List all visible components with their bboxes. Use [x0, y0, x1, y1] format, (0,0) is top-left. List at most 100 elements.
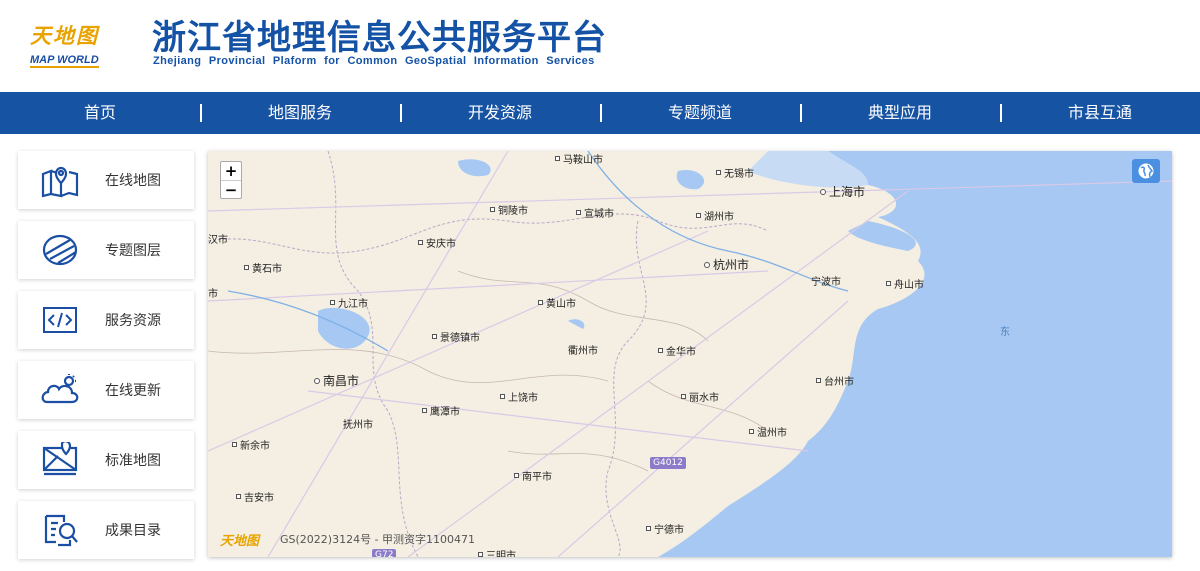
city-marker-icon	[704, 261, 710, 268]
highway-shield: G72	[372, 549, 397, 557]
nav-item-city-county[interactable]: 市县互通	[1000, 92, 1200, 134]
nav-item-dev-resources[interactable]: 开发资源	[400, 92, 600, 134]
city-name: 无锡市	[724, 169, 754, 180]
city-name: 安庆市	[426, 239, 456, 250]
city-label: 马鞍山市	[555, 151, 603, 166]
city-name: 黄石市	[252, 264, 282, 275]
site-subtitle: Zhejiang Provincial Plaform for Common G…	[153, 55, 595, 67]
sidebar-item-result-catalog[interactable]: 成果目录	[18, 501, 194, 559]
city-name: 金华市	[666, 347, 696, 358]
city-label: 吉安市	[236, 489, 274, 504]
city-label: 温州市	[749, 424, 787, 439]
layer-switch-button[interactable]	[1132, 159, 1160, 183]
logo-english-text: MAP WORLD	[30, 54, 99, 68]
city-marker-icon	[696, 213, 701, 218]
sidebar-item-standard-map[interactable]: 标准地图	[18, 431, 194, 489]
catalog-search-icon	[38, 510, 82, 550]
city-label: 杭州市	[704, 256, 749, 273]
sidebar-item-online-update[interactable]: 在线更新	[18, 361, 194, 419]
city-label: 新余市	[232, 437, 270, 452]
sidebar-item-label: 成果目录	[105, 523, 161, 539]
map-pin-icon	[38, 160, 82, 200]
city-label: 鹰潭市	[422, 403, 460, 418]
city-marker-icon	[330, 300, 335, 305]
city-label: 汉市	[208, 231, 228, 246]
city-label: 铜陵市	[490, 202, 528, 217]
city-name: 三明市	[486, 551, 516, 557]
city-name: 抚州市	[343, 420, 373, 431]
city-marker-icon	[716, 170, 721, 175]
city-marker-icon	[749, 429, 754, 434]
sidebar-item-label: 专题图层	[105, 243, 161, 259]
city-label: 宁德市	[646, 521, 684, 536]
sidebar-item-label: 服务资源	[105, 313, 161, 329]
city-name: 舟山市	[894, 280, 924, 291]
sidebar-item-label: 标准地图	[105, 453, 161, 469]
city-name: 吉安市	[244, 493, 274, 504]
logo-chinese-text: 天地图	[30, 23, 99, 48]
city-marker-icon	[500, 394, 505, 399]
city-marker-icon	[538, 300, 543, 305]
city-label: 无锡市	[716, 165, 754, 180]
city-name: 丽水市	[689, 393, 719, 404]
city-label: 宣城市	[576, 205, 614, 220]
map-logo: 天地图	[220, 534, 260, 549]
city-marker-icon	[490, 207, 495, 212]
map-viewer[interactable]: 马鞍山市 无锡市 上海市 铜陵市 宣城市 湖州市 汉市 安庆市 黄石市 杭州市 …	[208, 151, 1172, 557]
city-marker-icon	[432, 334, 437, 339]
layer-icon	[38, 230, 82, 270]
site-header: 天地图 MAP WORLD 浙江省地理信息公共服务平台 Zhejiang Pro…	[0, 0, 1200, 92]
city-marker-icon	[422, 408, 427, 413]
nav-item-map-services[interactable]: 地图服务	[200, 92, 400, 134]
city-label: 湖州市	[696, 208, 734, 223]
city-name: 上海市	[829, 185, 866, 199]
city-marker-icon	[244, 265, 249, 270]
city-label: 抚州市	[343, 416, 373, 431]
city-name: 新余市	[240, 441, 270, 452]
nav-item-home[interactable]: 首页	[0, 92, 200, 134]
main-nav: 首页 地图服务 开发资源 专题频道 典型应用 市县互通	[0, 92, 1200, 134]
nav-item-topic-channel[interactable]: 专题频道	[600, 92, 800, 134]
zoom-control: + −	[220, 161, 242, 199]
city-name: 衢州市	[568, 346, 598, 357]
city-marker-icon	[418, 240, 423, 245]
city-name: 温州市	[757, 428, 787, 439]
city-label: 宁波市	[811, 273, 841, 288]
city-marker-icon	[816, 378, 821, 383]
city-label: 安庆市	[418, 235, 456, 250]
city-label: 九江市	[330, 295, 368, 310]
sidebar-item-service-resources[interactable]: 服务资源	[18, 291, 194, 349]
city-marker-icon	[236, 494, 241, 499]
city-name: 上饶市	[508, 393, 538, 404]
city-label: 景德镇市	[432, 329, 480, 344]
sidebar-item-online-map[interactable]: 在线地图	[18, 151, 194, 209]
city-name: 湖州市	[704, 212, 734, 223]
city-label: 上海市	[820, 183, 865, 200]
city-marker-icon	[576, 210, 581, 215]
city-name: 景德镇市	[440, 333, 480, 344]
city-marker-icon	[478, 552, 483, 557]
zoom-out-button[interactable]: −	[221, 180, 241, 199]
sidebar-item-label: 在线更新	[105, 383, 161, 399]
cloud-update-icon	[38, 370, 82, 410]
city-name: 汉市	[208, 235, 228, 246]
city-label: 台州市	[816, 373, 854, 388]
sidebar-item-topic-layers[interactable]: 专题图层	[18, 221, 194, 279]
sidebar: 在线地图 专题图层 服务资源 在线更新 标准地图 成果目录	[18, 151, 194, 571]
city-label: 上饶市	[500, 389, 538, 404]
globe-icon	[1138, 163, 1154, 179]
nav-item-typical-apps[interactable]: 典型应用	[800, 92, 1000, 134]
city-marker-icon	[820, 188, 826, 195]
city-name: 杭州市	[713, 258, 750, 272]
tianditu-logo[interactable]: 天地图 MAP WORLD	[30, 24, 130, 68]
city-label: 南平市	[514, 468, 552, 483]
city-marker-icon	[646, 526, 651, 531]
zoom-in-button[interactable]: +	[221, 162, 241, 180]
city-marker-icon	[658, 348, 663, 353]
highway-shield: G4012	[650, 457, 686, 469]
city-name: 鹰潭市	[430, 407, 460, 418]
city-label: 市	[208, 285, 218, 300]
city-label: 黄山市	[538, 295, 576, 310]
sea-label: 东	[1000, 327, 1010, 338]
city-name: 黄山市	[546, 299, 576, 310]
